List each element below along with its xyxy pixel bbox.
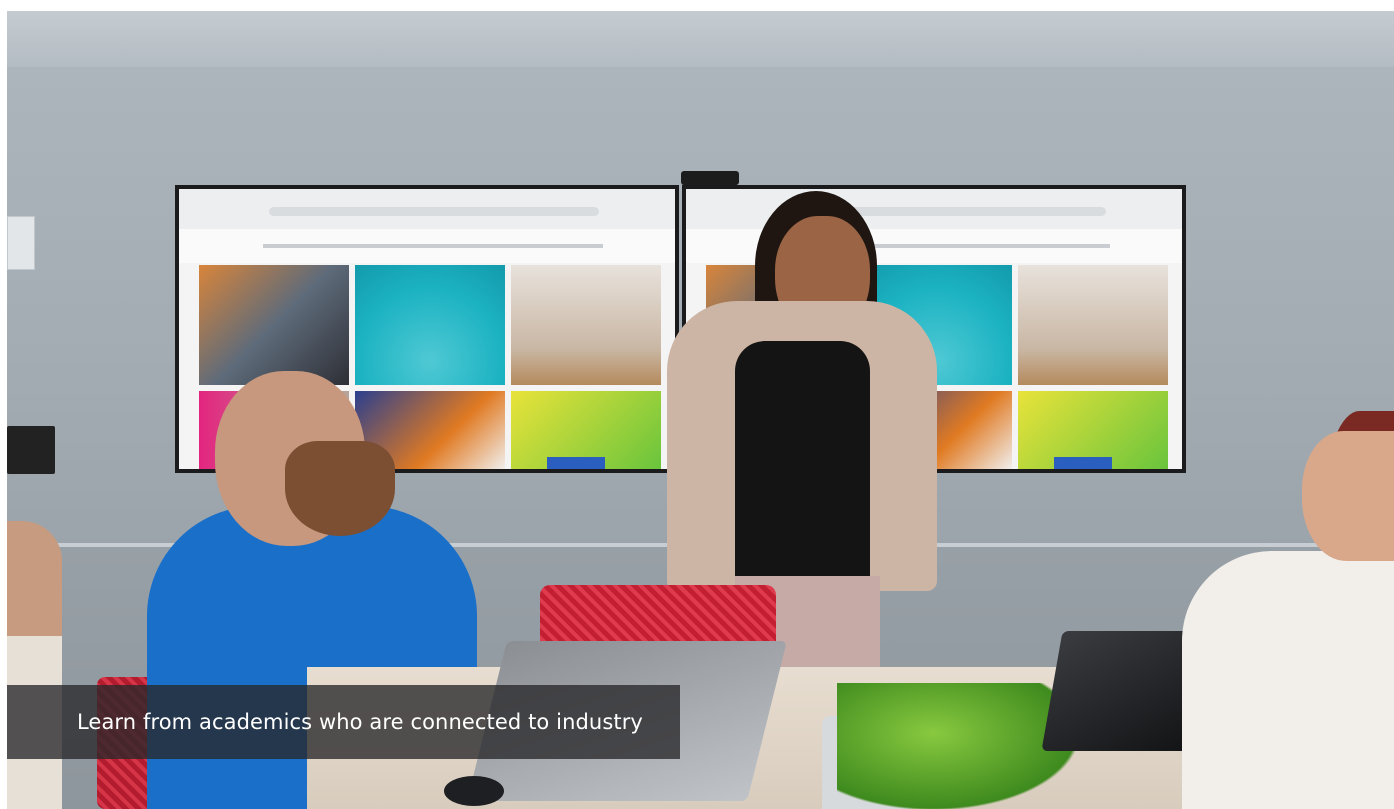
plant bbox=[837, 683, 1077, 809]
man-beard bbox=[285, 441, 395, 536]
seated-person-left bbox=[7, 521, 62, 809]
ceiling bbox=[7, 11, 1394, 67]
computer-mouse bbox=[444, 776, 504, 806]
woman-right-head bbox=[1302, 431, 1394, 561]
presenter-top bbox=[735, 341, 870, 581]
woman-right-blouse bbox=[1182, 551, 1394, 809]
webcam bbox=[681, 171, 739, 185]
caption-text: Learn from academics who are connected t… bbox=[77, 710, 643, 734]
caption-overlay: Learn from academics who are connected t… bbox=[7, 685, 680, 759]
control-panel bbox=[7, 426, 55, 474]
light-switch bbox=[7, 216, 35, 270]
